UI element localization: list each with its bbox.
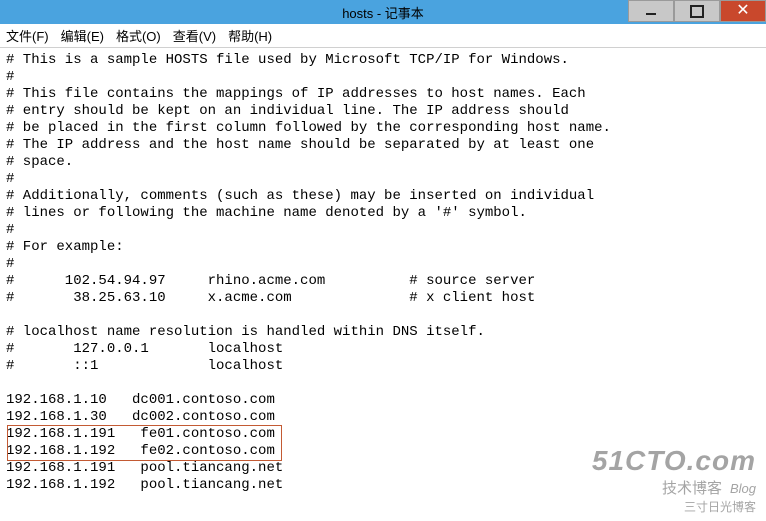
minimize-button[interactable]	[628, 0, 674, 22]
close-button[interactable]	[720, 0, 766, 22]
menu-file[interactable]: 文件(F)	[6, 26, 49, 45]
menu-edit[interactable]: 编辑(E)	[61, 26, 104, 45]
title-bar: hosts - 记事本	[0, 0, 766, 24]
menu-format[interactable]: 格式(O)	[116, 26, 161, 45]
menu-help[interactable]: 帮助(H)	[228, 26, 272, 45]
window-buttons	[628, 0, 766, 24]
maximize-button[interactable]	[674, 0, 720, 22]
menu-bar: 文件(F) 编辑(E) 格式(O) 查看(V) 帮助(H)	[0, 24, 766, 48]
menu-view[interactable]: 查看(V)	[173, 26, 216, 45]
watermark-line3: 三寸日光博客	[592, 498, 756, 515]
text-editor-content[interactable]: # This is a sample HOSTS file used by Mi…	[0, 48, 766, 498]
